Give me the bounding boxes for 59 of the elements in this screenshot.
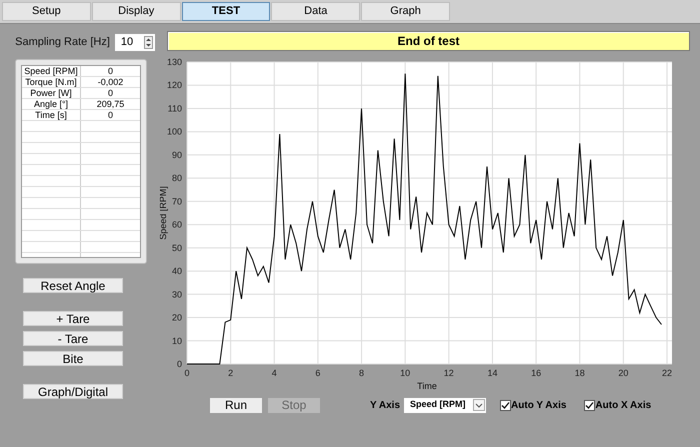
axis-tick-label: 100 bbox=[166, 126, 182, 137]
axis-tick-label: 60 bbox=[172, 220, 182, 230]
side-button[interactable]: - Tare bbox=[23, 331, 123, 346]
table-cell: Angle [°] bbox=[22, 99, 81, 109]
tab[interactable]: Graph bbox=[361, 2, 450, 21]
tab[interactable]: TEST bbox=[182, 2, 270, 21]
table-cell: Time [s] bbox=[22, 110, 81, 120]
table-cell: Torque [N.m] bbox=[22, 77, 81, 87]
axis-tick-label: 22 bbox=[662, 368, 672, 378]
checkbox[interactable] bbox=[584, 400, 596, 410]
axis-tick-label: 4 bbox=[272, 368, 277, 378]
axis-tick-label: 0 bbox=[176, 359, 182, 369]
axis-tick-label: 2 bbox=[228, 368, 234, 378]
table-cell: Speed [RPM] bbox=[22, 66, 81, 76]
sampling-rate-field[interactable]: 10 bbox=[114, 34, 155, 51]
side-button[interactable]: Bite bbox=[23, 351, 123, 366]
table-cell-text: 209,75 bbox=[96, 99, 126, 109]
axis-tick-label: 120 bbox=[166, 80, 182, 90]
spinner-icon[interactable] bbox=[144, 36, 153, 49]
axis-tick-label: 90 bbox=[172, 150, 182, 160]
table-cell-text: 0 bbox=[106, 66, 114, 76]
table-cell-text: 0 bbox=[106, 110, 114, 120]
run-button[interactable]: Run bbox=[210, 398, 262, 412]
side-button[interactable]: Graph/Digital bbox=[23, 384, 123, 399]
tab[interactable]: Data bbox=[271, 2, 360, 21]
table-cell-text: 0 bbox=[106, 88, 114, 98]
axis-tick-label: 50 bbox=[172, 242, 182, 253]
caret-icon bbox=[473, 399, 486, 411]
tab[interactable]: Display bbox=[92, 2, 181, 21]
axis-tick-label: 18 bbox=[574, 368, 585, 378]
axis-tick-label: 20 bbox=[618, 368, 628, 378]
axis-tick-label: 14 bbox=[487, 368, 498, 378]
axis-tick-label: 40 bbox=[172, 266, 182, 276]
axis-tick-label: 130 bbox=[166, 57, 182, 67]
checkbox-label: Auto Y Axis bbox=[511, 398, 566, 412]
axis-tick-label: 0 bbox=[184, 368, 190, 378]
axis-tick-label: 20 bbox=[172, 312, 182, 323]
axis-tick-label: 12 bbox=[444, 368, 454, 378]
axis-tick-label: 6 bbox=[315, 368, 320, 378]
axis-tick-label: 110 bbox=[168, 103, 182, 114]
checkbox[interactable] bbox=[500, 400, 512, 410]
side-button[interactable]: + Tare bbox=[23, 311, 123, 326]
checkbox-label: Auto X Axis bbox=[595, 398, 652, 412]
table-cell: Power [W] bbox=[22, 88, 81, 98]
axis-tick-label: 70 bbox=[172, 196, 182, 206]
axis-title: Time bbox=[417, 381, 437, 391]
tab[interactable]: Setup bbox=[2, 2, 91, 21]
field-label: Sampling Rate [Hz] bbox=[15, 35, 110, 50]
axis-tick-label: 30 bbox=[172, 289, 182, 300]
field-label: Y Axis bbox=[370, 398, 400, 412]
table-cell-text: -0,002 bbox=[96, 77, 124, 87]
axis-tick-label: 10 bbox=[400, 368, 410, 378]
status-bar: End of test bbox=[167, 31, 690, 51]
side-button[interactable]: Reset Angle bbox=[23, 278, 123, 293]
axis-tick-label: 8 bbox=[359, 368, 364, 378]
axis-tick-label: 80 bbox=[172, 173, 182, 184]
axis-tick-label: 10 bbox=[172, 336, 182, 346]
y-axis-dropdown[interactable]: Speed [RPM] bbox=[404, 398, 486, 412]
axis-tick-label: 16 bbox=[531, 368, 542, 378]
